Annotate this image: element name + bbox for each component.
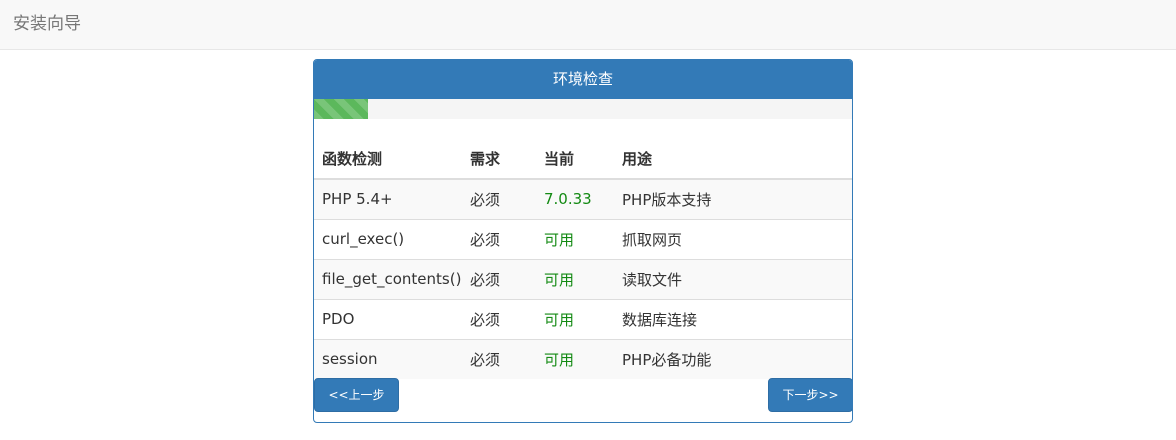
navbar-brand[interactable]: 安装向导 — [13, 12, 81, 36]
top-navbar: 安装向导 — [0, 0, 1176, 50]
current-status: 可用 — [536, 218, 614, 259]
requirement: 必须 — [462, 218, 536, 259]
function-name: PHP 5.4+ — [314, 178, 462, 219]
table-header-row: 函数检测 需求 当前 用途 — [314, 139, 852, 180]
table-row: session 必须 可用 PHP必备功能 — [314, 338, 852, 379]
current-status: 可用 — [536, 298, 614, 339]
column-header: 需求 — [462, 139, 536, 180]
function-name: session — [314, 338, 462, 379]
next-step-button[interactable]: 下一步>> — [768, 378, 852, 412]
function-name: curl_exec() — [314, 218, 462, 259]
progress-bar-fill — [314, 99, 368, 119]
function-name: PDO — [314, 298, 462, 339]
purpose: 数据库连接 — [614, 298, 852, 339]
current-status: 可用 — [536, 338, 614, 379]
previous-step-button[interactable]: <<上一步 — [314, 378, 399, 412]
requirement: 必须 — [462, 178, 536, 219]
purpose: PHP必备功能 — [614, 338, 852, 379]
purpose: PHP版本支持 — [614, 178, 852, 219]
requirement: 必须 — [462, 298, 536, 339]
column-header: 当前 — [536, 139, 614, 180]
function-name: file_get_contents() — [314, 258, 462, 299]
current-status: 可用 — [536, 258, 614, 299]
environment-check-panel: 环境检查 函数检测 需求 当前 用途 PHP 5.4+ 必须 7.0.33 PH… — [313, 59, 853, 423]
requirement: 必须 — [462, 258, 536, 299]
purpose: 读取文件 — [614, 258, 852, 299]
table-row: curl_exec() 必须 可用 抓取网页 — [314, 218, 852, 259]
table-row: PHP 5.4+ 必须 7.0.33 PHP版本支持 — [314, 178, 852, 219]
table-row: PDO 必须 可用 数据库连接 — [314, 298, 852, 339]
function-check-table: 函数检测 需求 当前 用途 PHP 5.4+ 必须 7.0.33 PHP版本支持… — [314, 139, 852, 379]
purpose: 抓取网页 — [614, 218, 852, 259]
current-status: 7.0.33 — [536, 178, 614, 219]
column-header: 函数检测 — [314, 139, 462, 180]
table-row: file_get_contents() 必须 可用 读取文件 — [314, 258, 852, 299]
panel-title: 环境检查 — [314, 60, 852, 99]
requirement: 必须 — [462, 338, 536, 379]
install-progress — [314, 99, 852, 119]
column-header: 用途 — [614, 139, 852, 180]
